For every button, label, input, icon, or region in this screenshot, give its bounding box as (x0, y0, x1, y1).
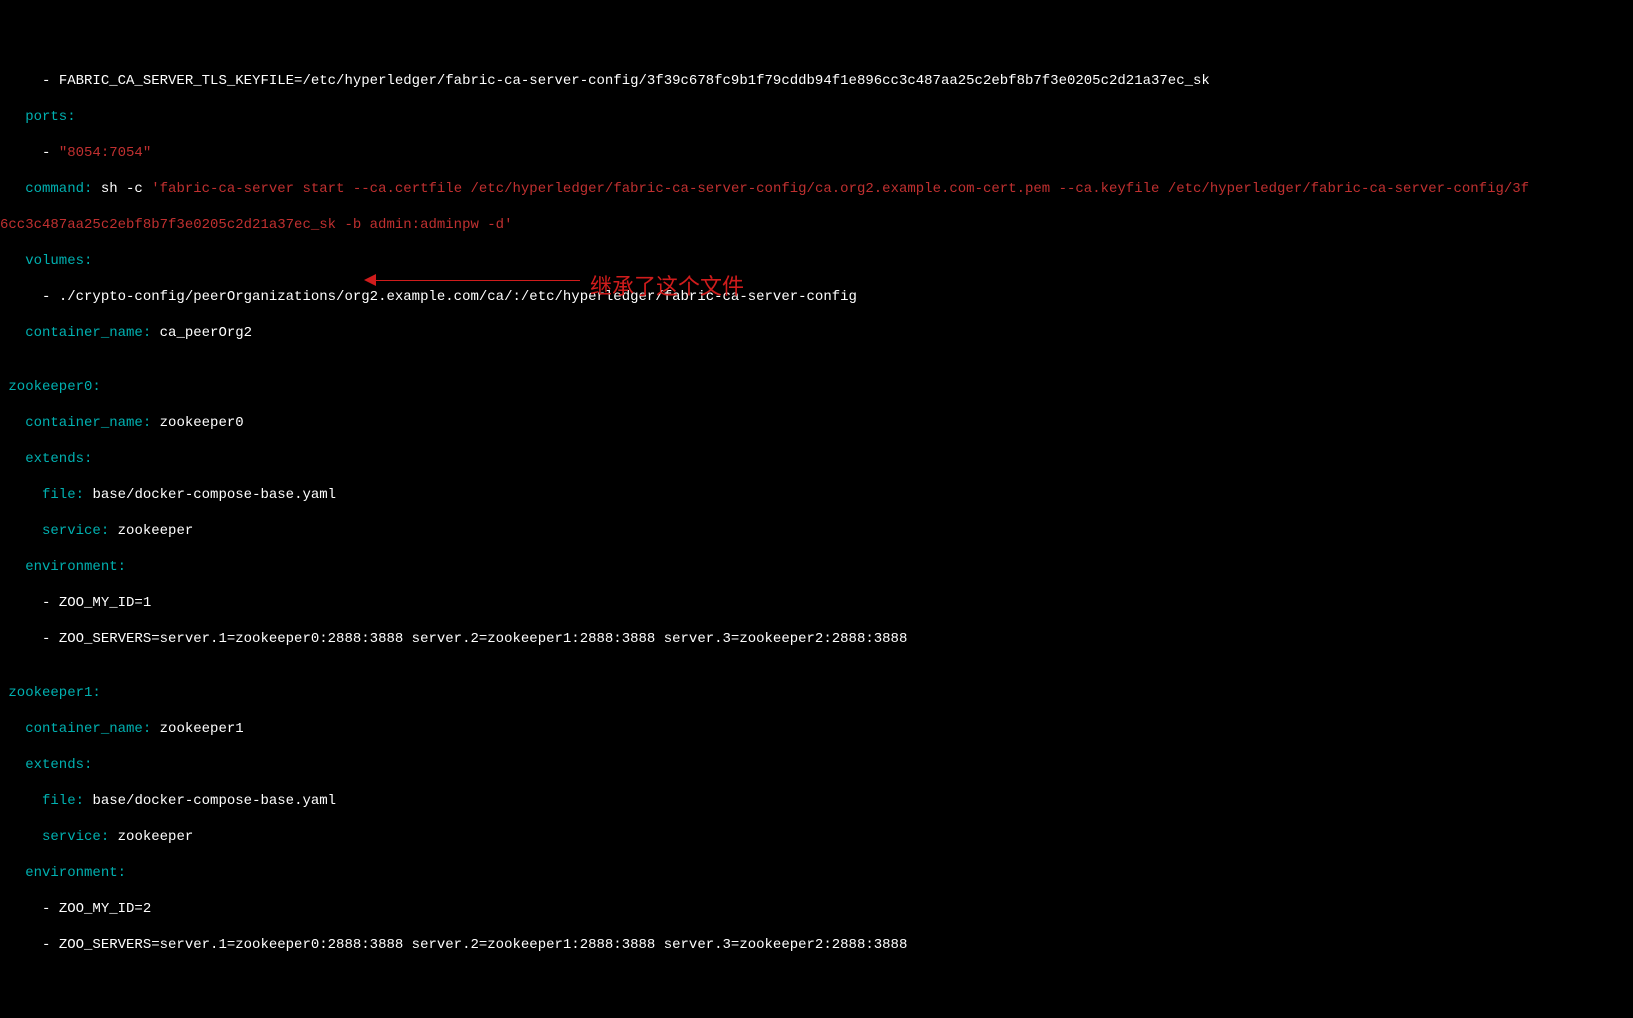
colon: : (118, 559, 126, 575)
annotation-arrow (370, 272, 580, 292)
code-line: file: base/docker-compose-base.yaml (0, 792, 1633, 810)
code-line: extends: (0, 450, 1633, 468)
colon: : (118, 865, 126, 881)
yaml-key: volumes (0, 253, 84, 269)
command-shell: sh -c (101, 181, 151, 197)
colon: : (101, 523, 118, 539)
code-line: - ./crypto-config/peerOrganizations/org2… (0, 288, 1633, 306)
yaml-key: environment (0, 559, 118, 575)
file-path: base/docker-compose-base.yaml (92, 487, 336, 503)
code-line: ports: (0, 108, 1633, 126)
list-dash: - (0, 145, 59, 161)
colon: : (101, 829, 118, 845)
command-arg: 'fabric-ca-server start --ca.certfile /e… (151, 181, 1529, 197)
yaml-key: extends (0, 757, 84, 773)
env-var: ZOO_SERVERS=server.1=zookeeper0:2888:388… (59, 937, 908, 953)
command-arg-cont: 6cc3c487aa25c2ebf8b7f3e0205c2d21a37ec_sk… (0, 217, 512, 233)
code-line: 6cc3c487aa25c2ebf8b7f3e0205c2d21a37ec_sk… (0, 216, 1633, 234)
yaml-key: service (0, 829, 101, 845)
container-name-value: zookeeper1 (160, 721, 244, 737)
annotation-text: 继承了这个文件 (590, 278, 744, 296)
service-name: zookeeper1 (0, 685, 92, 701)
code-line: environment: (0, 864, 1633, 882)
code-line: zookeeper0: (0, 378, 1633, 396)
list-dash: - (0, 595, 59, 611)
list-dash: - (0, 901, 59, 917)
container-name-value: ca_peerOrg2 (160, 325, 252, 341)
env-var: ZOO_MY_ID=1 (59, 595, 151, 611)
env-var: FABRIC_CA_SERVER_TLS_KEYFILE=/etc/hyperl… (59, 73, 1210, 89)
yaml-key: container_name (0, 721, 143, 737)
colon: : (67, 109, 75, 125)
colon: : (92, 685, 100, 701)
service-value: zookeeper (118, 829, 194, 845)
code-line: environment: (0, 558, 1633, 576)
colon: : (92, 379, 100, 395)
code-line: - ZOO_SERVERS=server.1=zookeeper0:2888:3… (0, 936, 1633, 954)
code-line: volumes: (0, 252, 1633, 270)
container-name-value: zookeeper0 (160, 415, 244, 431)
colon: : (143, 325, 160, 341)
env-var: ZOO_MY_ID=2 (59, 901, 151, 917)
yaml-key: ports (0, 109, 67, 125)
colon: : (143, 415, 160, 431)
yaml-key: file (0, 793, 76, 809)
yaml-key: file (0, 487, 76, 503)
colon: : (76, 487, 93, 503)
list-dash: - (0, 289, 59, 305)
code-line: zookeeper1: (0, 684, 1633, 702)
code-container: - FABRIC_CA_SERVER_TLS_KEYFILE=/etc/hype… (0, 54, 1633, 1018)
colon: : (84, 181, 101, 197)
list-dash: - (0, 631, 59, 647)
port-mapping: "8054:7054" (59, 145, 151, 161)
colon: : (84, 757, 92, 773)
colon: : (84, 451, 92, 467)
arrow-line-icon (370, 280, 580, 281)
code-line: container_name: ca_peerOrg2 (0, 324, 1633, 342)
code-line: - FABRIC_CA_SERVER_TLS_KEYFILE=/etc/hype… (0, 72, 1633, 90)
yaml-key: extends (0, 451, 84, 467)
code-line: service: zookeeper (0, 828, 1633, 846)
colon: : (143, 721, 160, 737)
yaml-key: command (0, 181, 84, 197)
colon: : (76, 793, 93, 809)
file-path: base/docker-compose-base.yaml (92, 793, 336, 809)
yaml-key: container_name (0, 325, 143, 341)
yaml-key: service (0, 523, 101, 539)
colon: : (84, 253, 92, 269)
list-dash: - (0, 937, 59, 953)
list-dash: - (0, 73, 59, 89)
code-line: - ZOO_MY_ID=1 (0, 594, 1633, 612)
yaml-key: environment (0, 865, 118, 881)
code-line: container_name: zookeeper1 (0, 720, 1633, 738)
service-value: zookeeper (118, 523, 194, 539)
code-line: - ZOO_MY_ID=2 (0, 900, 1633, 918)
code-line: - "8054:7054" (0, 144, 1633, 162)
service-name: zookeeper0 (0, 379, 92, 395)
code-line: container_name: zookeeper0 (0, 414, 1633, 432)
code-line: - ZOO_SERVERS=server.1=zookeeper0:2888:3… (0, 630, 1633, 648)
code-line: extends: (0, 756, 1633, 774)
env-var: ZOO_SERVERS=server.1=zookeeper0:2888:388… (59, 631, 908, 647)
yaml-key: container_name (0, 415, 143, 431)
code-line: service: zookeeper (0, 522, 1633, 540)
code-line: command: sh -c 'fabric-ca-server start -… (0, 180, 1633, 198)
code-line: file: base/docker-compose-base.yaml (0, 486, 1633, 504)
